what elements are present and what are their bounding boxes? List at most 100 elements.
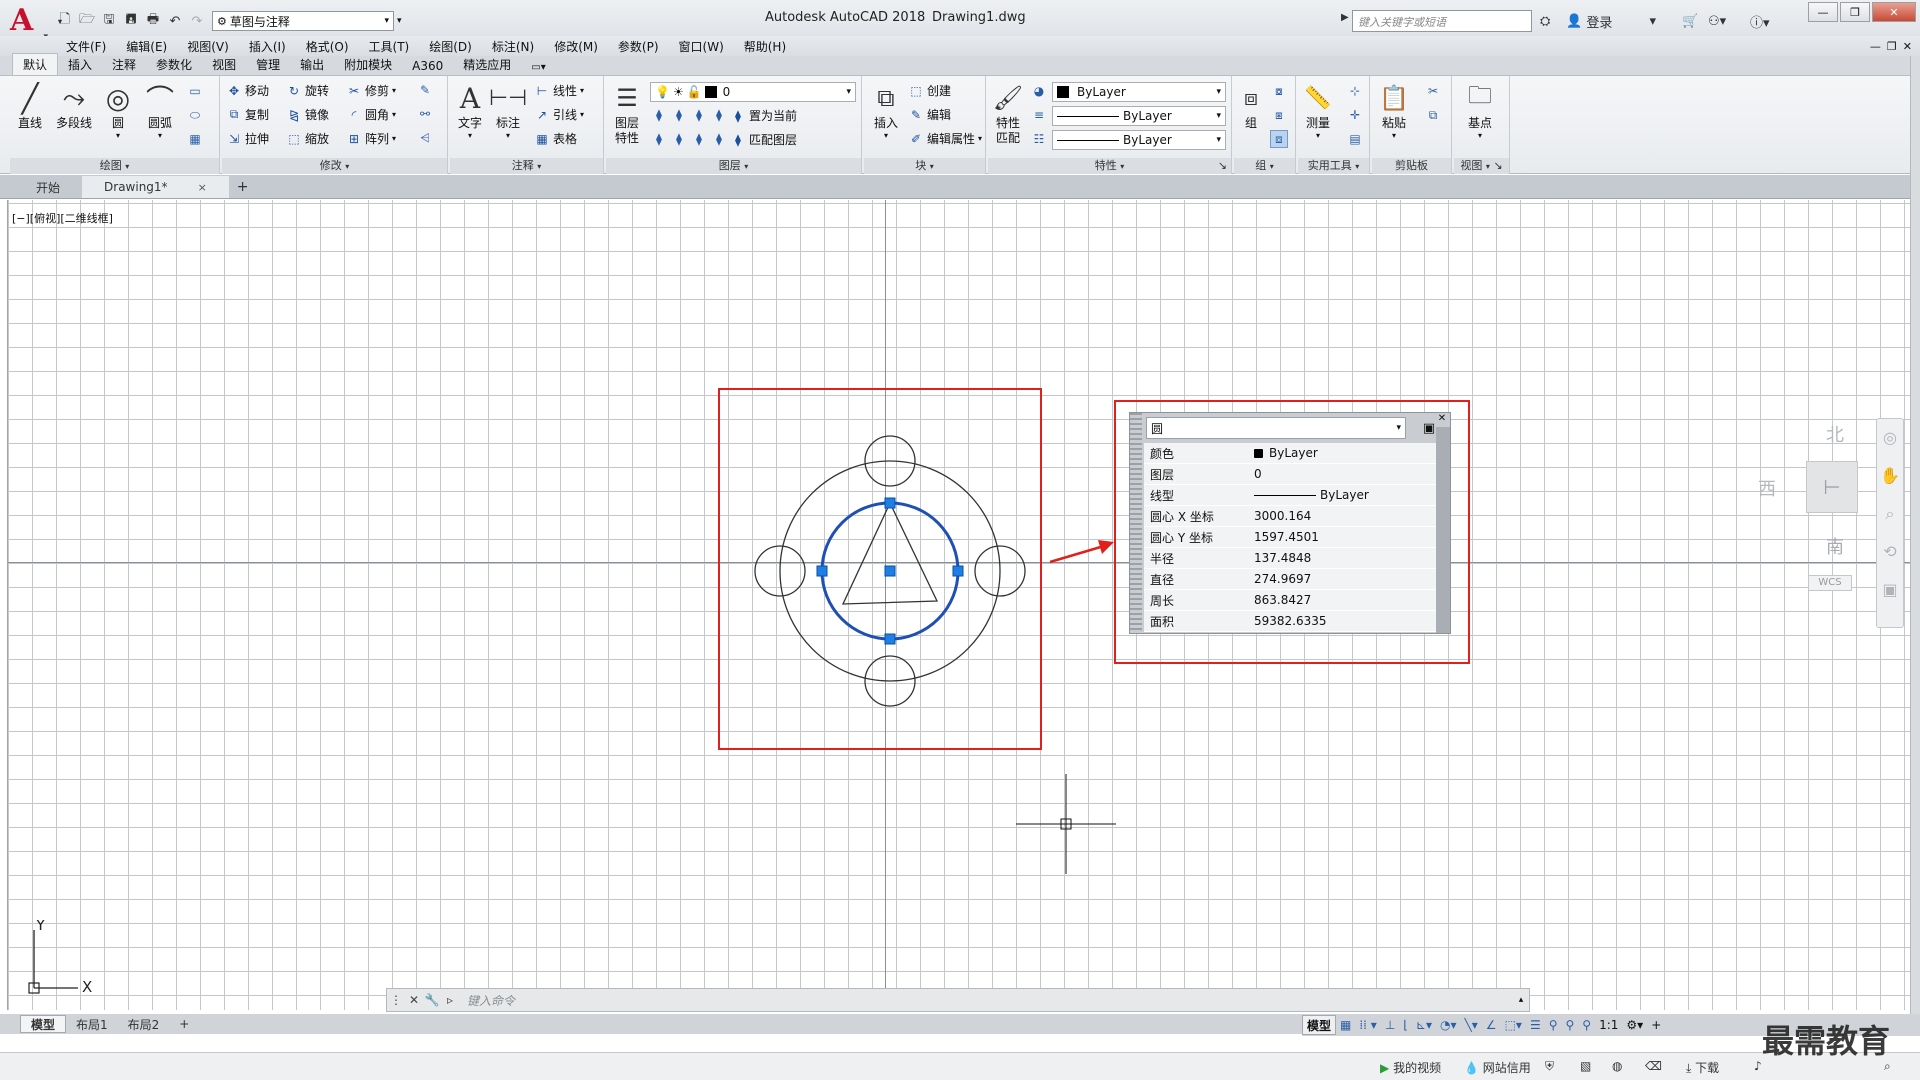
panel-properties-title[interactable]: 特性 ▾ ↘ [988, 158, 1231, 174]
menu-dimension[interactable]: 标注(N) [482, 38, 544, 55]
menu-file[interactable]: 文件(F) [56, 38, 116, 55]
panel-modify-title[interactable]: 修改 ▾ [222, 158, 447, 174]
layer-properties-button[interactable]: ☰ 图层 特性 [608, 80, 646, 146]
layer-unlock-icon[interactable]: ⧫ [710, 130, 728, 148]
set-current-button[interactable]: ⧫ 置为当前 [730, 106, 797, 125]
ungroup-icon[interactable]: ⧇ [1270, 82, 1288, 100]
measure-button[interactable]: 📏 测量 ▾ [1300, 80, 1336, 146]
steering-wheel-icon[interactable]: ◎ [1877, 419, 1903, 457]
menu-edit[interactable]: 编辑(E) [116, 38, 177, 55]
annotation-scale-icon[interactable]: ⚲ [1578, 1015, 1595, 1035]
panel-block-title[interactable]: 块 ▾ [864, 158, 985, 174]
trim-button[interactable]: ✂ 修剪 ▾ [346, 81, 396, 100]
layer-lock-icon[interactable]: ⧫ [710, 106, 728, 124]
workspace-switcher[interactable]: ⚙ 草图与注释 ▾ [212, 11, 394, 31]
property-row[interactable]: 圆心 X 坐标 3000.164 [1144, 506, 1436, 527]
point-icon[interactable]: ✛ [1346, 106, 1364, 124]
panel-annotation-title[interactable]: 注释 ▾ [450, 158, 603, 174]
shield-icon[interactable]: ⛨ [1545, 1059, 1554, 1074]
doc-close-icon[interactable]: ✕ [1903, 40, 1912, 53]
linetype-dropdown[interactable]: ByLayer ▾ [1052, 130, 1226, 150]
cart-icon[interactable]: 🛒 [1682, 10, 1698, 32]
viewport-controls[interactable]: [−][俯视][二维线框] [12, 210, 113, 226]
rectangle-icon[interactable]: ▭ [186, 82, 204, 100]
object-type-dropdown[interactable]: 圆 ▾ [1146, 417, 1406, 439]
property-row[interactable]: 线型 ByLayer [1144, 485, 1436, 506]
command-input[interactable]: 键入命令 [459, 992, 1513, 1009]
property-row[interactable]: 直径 274.9697 [1144, 569, 1436, 590]
color-dropdown[interactable]: ByLayer ▾ [1052, 82, 1226, 102]
lineweight-toggle-icon[interactable]: ☰ [1526, 1015, 1545, 1035]
panel-view-title[interactable]: 视图 ▾ ↘ [1454, 158, 1509, 174]
tab-home[interactable]: 默认 [12, 53, 59, 75]
lineweight-icon[interactable]: ≡ [1030, 106, 1048, 124]
application-menu-button[interactable]: A▾ [6, 4, 48, 43]
expand-icon[interactable]: ↘ [1493, 159, 1502, 172]
minimize-icon[interactable]: — [1808, 2, 1838, 22]
layer-isolate-icon[interactable]: ⧫ [670, 106, 688, 124]
menu-parametric[interactable]: 参数(P) [608, 38, 669, 55]
site-credit-link[interactable]: 💧 网站信用 [1464, 1059, 1531, 1076]
move-button[interactable]: ✥ 移动 [226, 81, 269, 100]
snap-icon[interactable]: ⁞⁞ ▾ [1355, 1015, 1380, 1035]
layer-unisolate-icon[interactable]: ⧫ [670, 130, 688, 148]
my-video-link[interactable]: ▶ 我的视频 [1380, 1059, 1441, 1076]
polar-tracking-icon[interactable]: ◔▾ [1436, 1015, 1461, 1035]
close-icon[interactable]: ✕ [1872, 2, 1916, 22]
dynamic-input-icon[interactable]: ⌊ [1399, 1015, 1412, 1035]
viewcube-top-face[interactable]: ⊢ [1806, 461, 1858, 513]
lineweight-dropdown[interactable]: ByLayer ▾ [1052, 106, 1226, 126]
orbit-icon[interactable]: ⟲ [1877, 533, 1903, 571]
qat-customize-icon[interactable]: ▾ [397, 11, 409, 31]
dimension-button[interactable]: ⊢⊣ 标注 ▾ [489, 80, 527, 146]
group-edit-icon[interactable]: ⧆ [1270, 106, 1288, 124]
line-button[interactable]: ╱ 直线 [12, 80, 48, 146]
dialog-launcher-icon[interactable]: ↘ [1218, 158, 1227, 174]
leader-button[interactable]: ↗ 引线 ▾ [534, 105, 584, 124]
ellipse-icon[interactable]: ⬭ [186, 106, 204, 124]
tab-parametric[interactable]: 参数化 [146, 54, 202, 75]
panel-scrollbar[interactable] [1436, 427, 1450, 633]
object-snap-tracking-icon[interactable]: ∠ [1482, 1015, 1501, 1035]
search-input[interactable]: 键入关键字或短语 [1352, 10, 1532, 32]
new-tab-button[interactable]: + [228, 176, 257, 198]
panel-groups-title[interactable]: 组 ▾ [1234, 158, 1295, 174]
layer-thaw-icon[interactable]: ⧫ [690, 130, 708, 148]
group-button[interactable]: ⧈ 组 [1236, 80, 1266, 146]
a360-icon[interactable]: ⚇▾ [1708, 10, 1726, 32]
panel-clipboard-title[interactable]: 剪贴板 [1372, 158, 1451, 174]
close-icon[interactable]: ✕ [1436, 413, 1448, 427]
binoculars-icon[interactable]: ⛭ [1540, 10, 1550, 32]
doc-minimize-icon[interactable]: — [1870, 40, 1881, 53]
menu-tools[interactable]: 工具(T) [359, 38, 420, 55]
fillet-button[interactable]: ◜ 圆角 ▾ [346, 105, 396, 124]
image-icon[interactable]: ▧ [1580, 1059, 1591, 1073]
object-snap-icon[interactable]: ⬚▾ [1501, 1015, 1526, 1035]
annotation-visibility-icon[interactable]: ⚲ [1545, 1015, 1562, 1035]
match-properties-button[interactable]: 🖌 特性 匹配 [990, 80, 1026, 146]
property-row[interactable]: 颜色 ByLayer [1144, 443, 1436, 464]
showmotion-icon[interactable]: ▣ [1877, 571, 1903, 609]
rotate-button[interactable]: ↻ 旋转 [286, 81, 329, 100]
tab-view[interactable]: 视图 [202, 54, 246, 75]
plus-icon[interactable]: + [1647, 1015, 1665, 1035]
create-block-button[interactable]: ⬚ 创建 [908, 81, 951, 100]
scale-button[interactable]: ⬚ 缩放 [286, 129, 329, 148]
new-layout-button[interactable]: + [169, 1015, 199, 1033]
viewcube-west[interactable]: 西 [1758, 475, 1776, 501]
layer-off-icon[interactable]: ⧫ [650, 106, 668, 124]
globe-icon[interactable]: ◍ [1612, 1059, 1622, 1073]
close-icon[interactable]: ✕ [405, 990, 423, 1010]
property-row[interactable]: 半径 137.4848 [1144, 548, 1436, 569]
redo-dropdown-icon[interactable]: ▾ [54, 12, 66, 31]
panel-layers-title[interactable]: 图层 ▾ [606, 158, 861, 174]
menu-view[interactable]: 视图(V) [177, 38, 239, 55]
annotation-scale-value[interactable]: 1:1 [1595, 1015, 1622, 1035]
menu-modify[interactable]: 修改(M) [544, 38, 608, 55]
match-layer-button[interactable]: ⧫ 匹配图层 [730, 130, 797, 149]
right-scrollbar[interactable] [1910, 56, 1920, 1014]
arc-button[interactable]: ⌒ 圆弧 ▾ [142, 80, 178, 146]
ortho-icon[interactable]: ⊾▾ [1412, 1015, 1436, 1035]
download-link[interactable]: ⤓ 下载 [1686, 1059, 1719, 1076]
panel-draw-title[interactable]: 绘图 ▾ [10, 158, 219, 174]
